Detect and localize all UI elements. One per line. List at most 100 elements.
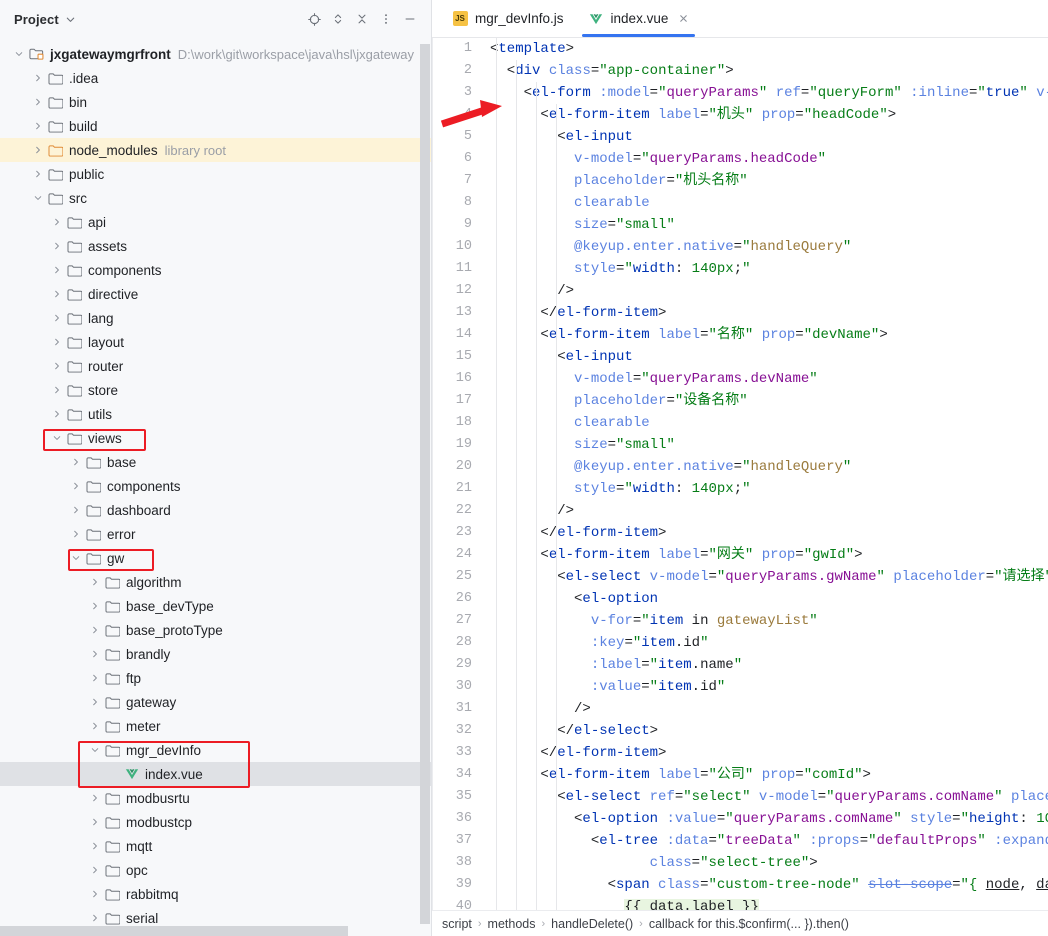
tree-item-dashboard[interactable]: dashboard: [0, 498, 431, 522]
tree-item-base[interactable]: base: [0, 450, 431, 474]
code-line[interactable]: 32 </el-select>: [432, 720, 1048, 742]
chevron-right-icon[interactable]: [69, 455, 83, 469]
code-line[interactable]: 16 v-model="queryParams.devName": [432, 368, 1048, 390]
chevron-right-icon[interactable]: [50, 335, 64, 349]
code-line[interactable]: 34 <el-form-item label="公司" prop="comId"…: [432, 764, 1048, 786]
chevron-down-icon[interactable]: [88, 743, 102, 757]
tree-item-meter[interactable]: meter: [0, 714, 431, 738]
close-icon[interactable]: [678, 13, 689, 24]
horizontal-scrollbar-thumb[interactable]: [0, 926, 348, 936]
tree-item-src[interactable]: src: [0, 186, 431, 210]
chevron-right-icon[interactable]: [88, 863, 102, 877]
tree-item-build[interactable]: build: [0, 114, 431, 138]
tree-item-store[interactable]: store: [0, 378, 431, 402]
tree-item--idea[interactable]: .idea: [0, 66, 431, 90]
code-line[interactable]: 3 <el-form :model="queryParams" ref="que…: [432, 82, 1048, 104]
chevron-right-icon[interactable]: [50, 215, 64, 229]
code-line[interactable]: 7 placeholder="机头名称": [432, 170, 1048, 192]
code-line[interactable]: 11 style="width: 140px;": [432, 258, 1048, 280]
chevron-right-icon[interactable]: [88, 911, 102, 925]
chevron-down-icon[interactable]: [12, 47, 26, 61]
tree-item-ftp[interactable]: ftp: [0, 666, 431, 690]
chevron-down-icon[interactable]: [31, 191, 45, 205]
code-line[interactable]: 15 <el-input: [432, 346, 1048, 368]
chevron-down-icon[interactable]: [50, 431, 64, 445]
tree-item-views[interactable]: views: [0, 426, 431, 450]
code-line[interactable]: 40 {{ data.label }}: [432, 896, 1048, 910]
code-line[interactable]: 6 v-model="queryParams.headCode": [432, 148, 1048, 170]
code-line[interactable]: 31 />: [432, 698, 1048, 720]
chevron-right-icon[interactable]: [31, 167, 45, 181]
chevron-right-icon[interactable]: [50, 263, 64, 277]
breadcrumb-item[interactable]: handleDelete(): [551, 917, 633, 931]
tree-item-router[interactable]: router: [0, 354, 431, 378]
code-line[interactable]: 5 <el-input: [432, 126, 1048, 148]
code-line[interactable]: 23 </el-form-item>: [432, 522, 1048, 544]
code-line[interactable]: 18 clearable: [432, 412, 1048, 434]
code-line[interactable]: 8 clearable: [432, 192, 1048, 214]
collapse-all-icon[interactable]: [351, 8, 373, 30]
code-line[interactable]: 30 :value="item.id": [432, 676, 1048, 698]
tree-item-node-modules[interactable]: node_modules library root: [0, 138, 431, 162]
tree-item-mgr-devinfo[interactable]: mgr_devInfo: [0, 738, 431, 762]
code-line[interactable]: 33 </el-form-item>: [432, 742, 1048, 764]
chevron-right-icon[interactable]: [69, 503, 83, 517]
tree-item-gateway[interactable]: gateway: [0, 690, 431, 714]
code-line[interactable]: 28 :key="item.id": [432, 632, 1048, 654]
minimize-icon[interactable]: [399, 8, 421, 30]
tree-item-index-vue[interactable]: index.vue: [0, 762, 431, 786]
project-file-tree[interactable]: jxgatewaymgrfront D:\work\git\workspace\j…: [0, 38, 431, 936]
chevron-right-icon[interactable]: [31, 95, 45, 109]
expand-collapse-icon[interactable]: [327, 8, 349, 30]
tree-item-brandly[interactable]: brandly: [0, 642, 431, 666]
tree-item-jxgatewaymgrfront[interactable]: jxgatewaymgrfront D:\work\git\workspace\j…: [0, 42, 431, 66]
breadcrumb-item[interactable]: methods: [488, 917, 536, 931]
chevron-right-icon[interactable]: [50, 407, 64, 421]
chevron-right-icon[interactable]: [88, 575, 102, 589]
tree-item-modbusrtu[interactable]: modbusrtu: [0, 786, 431, 810]
chevron-right-icon[interactable]: [69, 479, 83, 493]
tree-item-gw[interactable]: gw: [0, 546, 431, 570]
chevron-right-icon[interactable]: [31, 119, 45, 133]
chevron-right-icon[interactable]: [88, 647, 102, 661]
editor-tab-mgr-devinfo-js[interactable]: JS mgr_devInfo.js: [440, 0, 576, 37]
chevron-right-icon[interactable]: [88, 671, 102, 685]
chevron-right-icon[interactable]: [50, 287, 64, 301]
chevron-right-icon[interactable]: [50, 359, 64, 373]
code-line[interactable]: 24 <el-form-item label="网关" prop="gwId">: [432, 544, 1048, 566]
chevron-right-icon[interactable]: [31, 143, 45, 157]
tree-item-lang[interactable]: lang: [0, 306, 431, 330]
tree-item-assets[interactable]: assets: [0, 234, 431, 258]
locate-target-icon[interactable]: [303, 8, 325, 30]
tree-item-components[interactable]: components: [0, 258, 431, 282]
tree-item-components[interactable]: components: [0, 474, 431, 498]
chevron-right-icon[interactable]: [50, 383, 64, 397]
breadcrumb-item[interactable]: callback for this.$confirm(... }).then(): [649, 917, 849, 931]
chevron-right-icon[interactable]: [88, 839, 102, 853]
tree-item-base-prototype[interactable]: base_protoType: [0, 618, 431, 642]
code-line[interactable]: 25 <el-select v-model="queryParams.gwNam…: [432, 566, 1048, 588]
code-line[interactable]: 2 <div class="app-container">: [432, 60, 1048, 82]
code-line[interactable]: 20 @keyup.enter.native="handleQuery": [432, 456, 1048, 478]
chevron-right-icon[interactable]: [50, 239, 64, 253]
tree-item-algorithm[interactable]: algorithm: [0, 570, 431, 594]
breadcrumb-item[interactable]: script: [442, 917, 472, 931]
tree-item-directive[interactable]: directive: [0, 282, 431, 306]
chevron-right-icon[interactable]: [88, 719, 102, 733]
code-line[interactable]: 38 class="select-tree">: [432, 852, 1048, 874]
code-line[interactable]: 13 </el-form-item>: [432, 302, 1048, 324]
code-line[interactable]: 9 size="small": [432, 214, 1048, 236]
code-line[interactable]: 36 <el-option :value="queryParams.comNam…: [432, 808, 1048, 830]
breadcrumb[interactable]: script › methods › handleDelete() › callback f…: [432, 910, 1048, 936]
tree-item-modbustcp[interactable]: modbustcp: [0, 810, 431, 834]
code-line[interactable]: 14 <el-form-item label="名称" prop="devNam…: [432, 324, 1048, 346]
code-line[interactable]: 26 <el-option: [432, 588, 1048, 610]
code-line[interactable]: 17 placeholder="设备名称": [432, 390, 1048, 412]
tree-item-public[interactable]: public: [0, 162, 431, 186]
editor-tab-index-vue[interactable]: index.vue: [576, 0, 702, 37]
chevron-right-icon[interactable]: [88, 695, 102, 709]
chevron-right-icon[interactable]: [88, 887, 102, 901]
code-line[interactable]: 12 />: [432, 280, 1048, 302]
code-line[interactable]: 39 <span class = "custom-tree-node" slot-s…: [432, 874, 1048, 896]
chevron-right-icon[interactable]: [88, 599, 102, 613]
